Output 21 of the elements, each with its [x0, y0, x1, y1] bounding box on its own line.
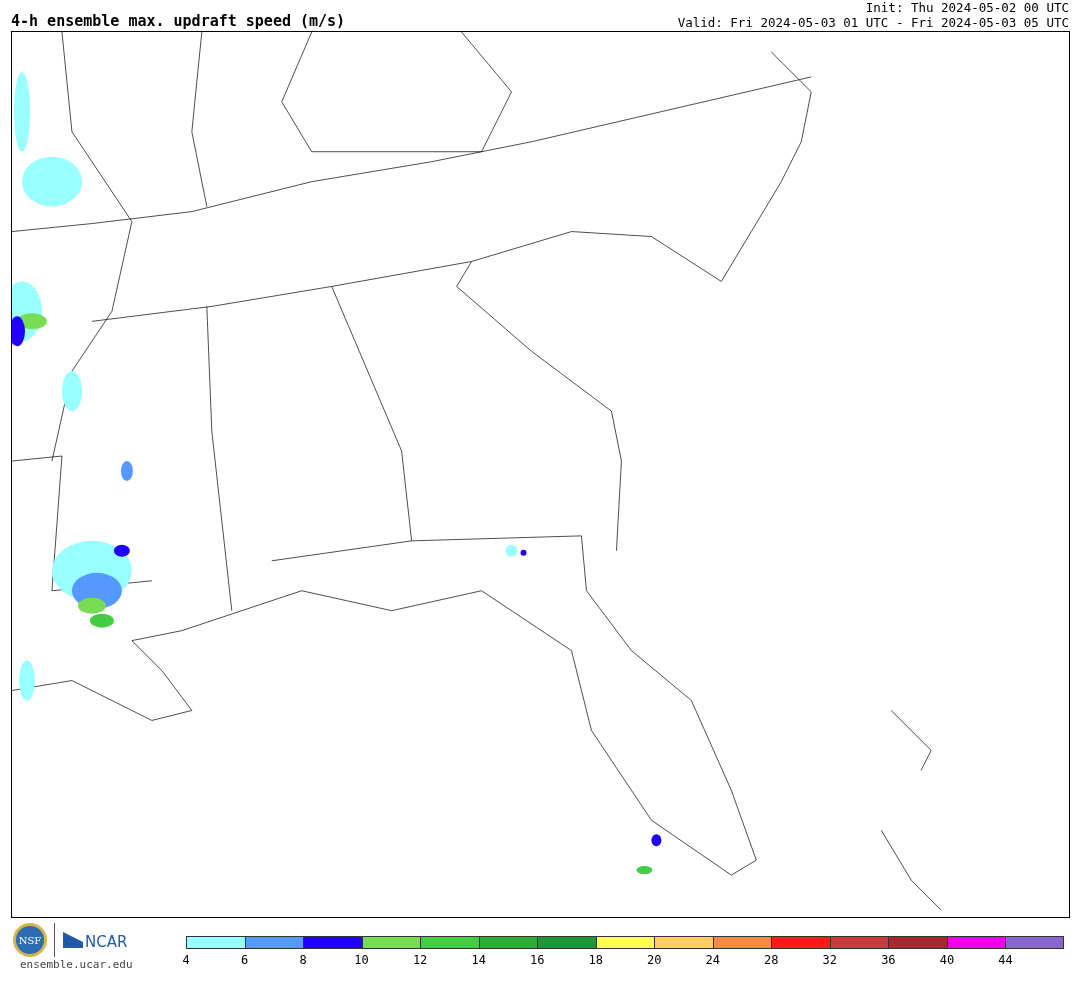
tick-label: 12	[412, 953, 428, 967]
tick-label: 10	[354, 953, 369, 967]
tick-label: 16	[529, 953, 545, 967]
tick-label: 24	[705, 953, 720, 967]
tick-label: 36	[881, 953, 896, 967]
tick-label: 40	[939, 953, 955, 967]
tick-label: 14	[471, 953, 486, 967]
ncar-logo: NCAR	[61, 928, 137, 952]
tick-label: 6	[240, 953, 249, 967]
tick-label: 18	[588, 953, 603, 967]
tick-label: 44	[998, 953, 1013, 967]
tick-label: 8	[299, 953, 307, 967]
tick-label: 4	[182, 953, 190, 967]
tick-label: 28	[764, 953, 779, 967]
init-time: Init: Thu 2024-05-02 00 UTC	[865, 0, 1069, 15]
website-url: ensemble.ucar.edu	[20, 958, 134, 971]
nsf-logo: NSF	[12, 922, 48, 958]
chart-title: 4-h ensemble max. updraft speed (m/s)	[11, 12, 346, 30]
tick-label: 32	[822, 953, 838, 967]
valid-time: Valid: Fri 2024-05-03 01 UTC - Fri 2024-05-03 05 UTC	[677, 15, 1069, 30]
tick-label: 20	[647, 953, 662, 967]
